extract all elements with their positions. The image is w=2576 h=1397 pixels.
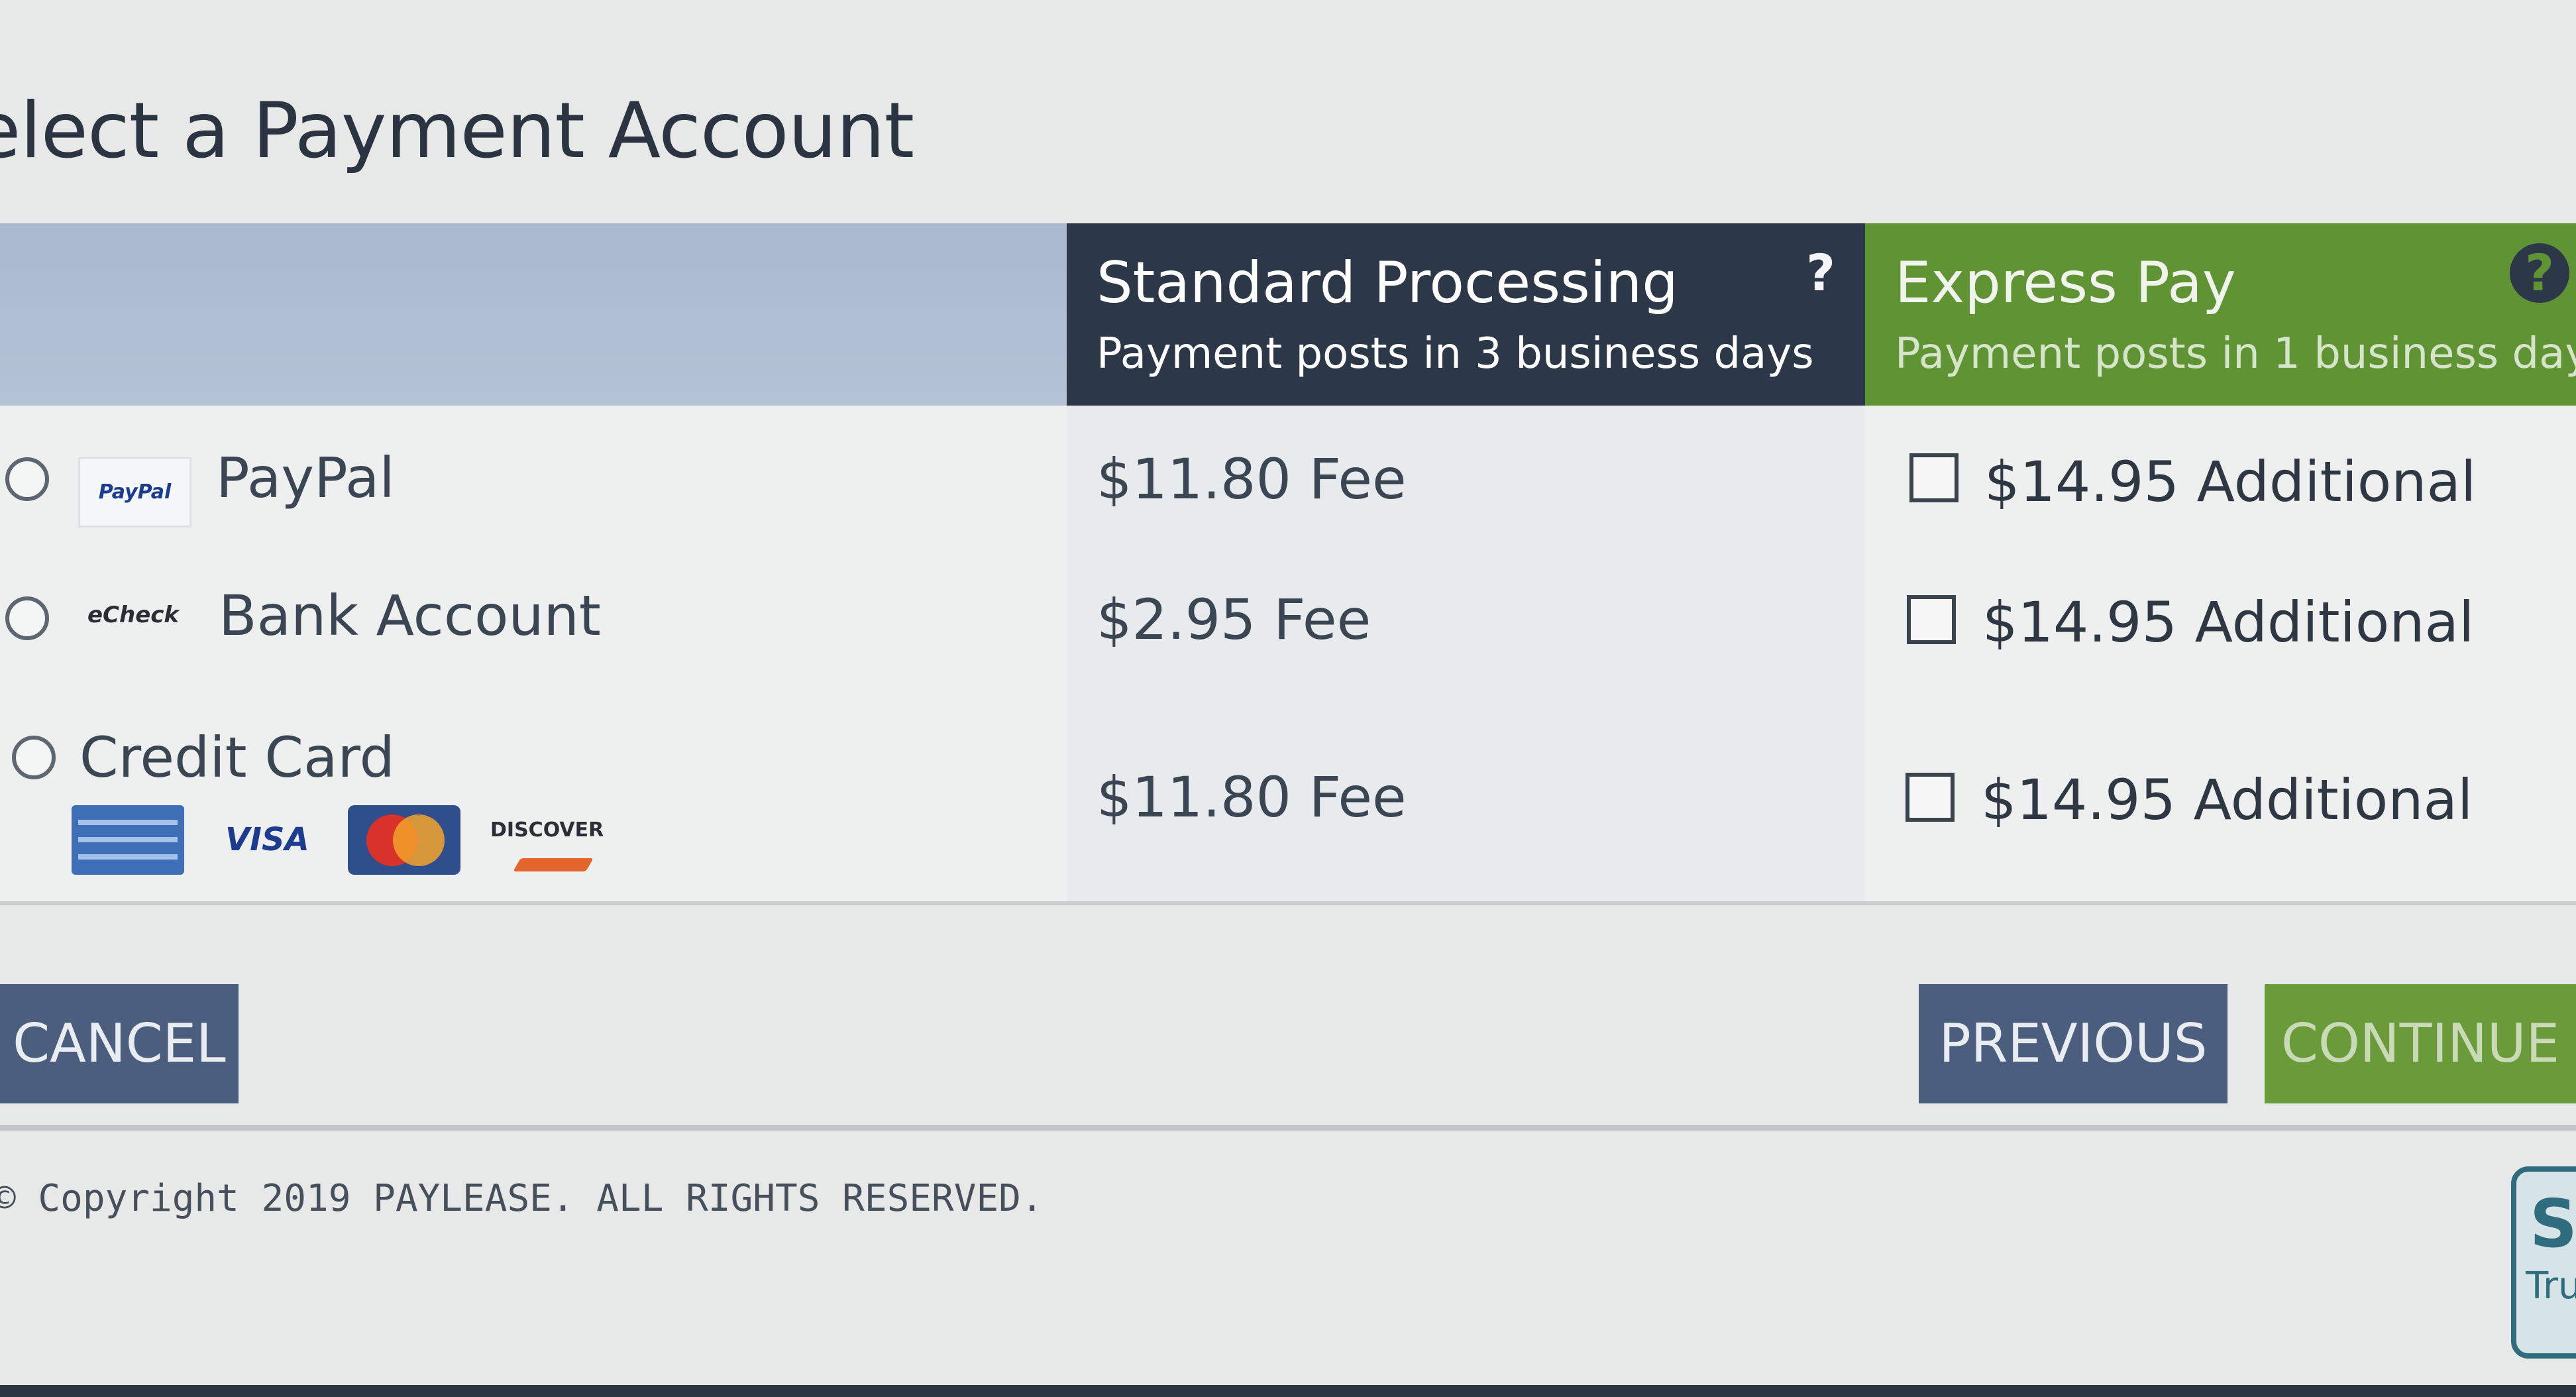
visa-icon: VISA <box>225 821 309 858</box>
trust-badge-letter: S <box>2530 1185 2576 1262</box>
cancel-button[interactable]: CANCEL <box>0 984 239 1103</box>
footer-divider <box>0 1125 2576 1131</box>
table-header-blank <box>0 223 1067 406</box>
bank-account-standard-fee: $2.95 Fee <box>1097 587 1371 652</box>
paypal-radio[interactable] <box>5 457 49 501</box>
trust-badge-text: Tru <box>2526 1264 2576 1308</box>
paypal-express-fee: $14.95 Additional <box>1984 449 2477 514</box>
discover-icon: DISCOVER <box>490 805 604 875</box>
bank-account-express-checkbox[interactable] <box>1907 595 1956 644</box>
amex-icon <box>72 805 184 875</box>
standard-processing-title: Standard Processing <box>1097 250 1678 316</box>
trust-badge-icon[interactable]: S Tru <box>2511 1166 2576 1359</box>
credit-card-express-checkbox[interactable] <box>1905 773 1955 822</box>
bank-account-label: Bank Account <box>219 583 601 648</box>
credit-card-radio[interactable] <box>12 736 56 779</box>
bottom-bar <box>0 1385 2576 1397</box>
express-pay-title: Express Pay <box>1895 250 2236 316</box>
bank-account-radio[interactable] <box>5 596 49 640</box>
paypal-logo-icon: PayPal <box>78 457 191 528</box>
copyright-text: © Copyright 2019 PAYLEASE. ALL RIGHTS RE… <box>0 1177 1044 1220</box>
continue-button[interactable]: CONTINUE <box>2265 984 2576 1103</box>
table-bottom-divider <box>0 901 2576 905</box>
previous-button[interactable]: PREVIOUS <box>1919 984 2227 1103</box>
mastercard-icon <box>348 805 460 875</box>
paypal-label: PayPal <box>216 445 395 510</box>
express-pay-header: Express Pay Payment posts in 1 business … <box>1865 223 2576 406</box>
credit-card-standard-fee: $11.80 Fee <box>1097 765 1407 830</box>
credit-card-express-fee: $14.95 Additional <box>1981 767 2473 832</box>
bank-account-express-fee: $14.95 Additional <box>1982 590 2475 655</box>
standard-processing-header: Standard Processing Payment posts in 3 b… <box>1067 223 1865 406</box>
paypal-express-checkbox[interactable] <box>1909 453 1959 502</box>
paypal-standard-fee: $11.80 Fee <box>1097 447 1407 512</box>
page-title: elect a Payment Account <box>0 86 914 176</box>
standard-processing-subtitle: Payment posts in 3 business days <box>1097 329 1814 378</box>
express-help-icon[interactable]: ? <box>2510 243 2569 303</box>
standard-help-icon[interactable]: ? <box>1791 243 1851 303</box>
credit-card-label: Credit Card <box>80 725 395 790</box>
express-pay-subtitle: Payment posts in 1 business day <box>1895 329 2576 378</box>
echeck-logo-icon: eCheck <box>87 602 180 628</box>
